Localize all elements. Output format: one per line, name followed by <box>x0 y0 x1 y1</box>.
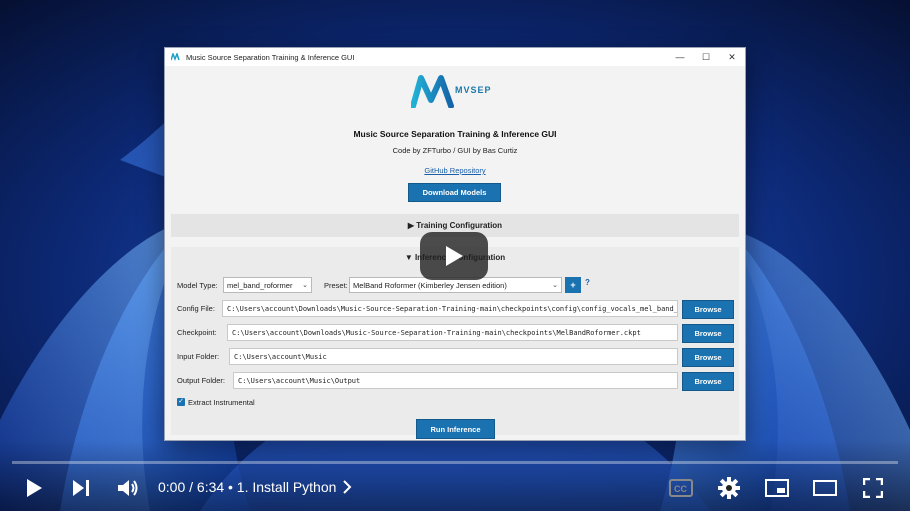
progress-bar[interactable] <box>12 461 898 464</box>
help-icon[interactable]: ? <box>585 278 590 287</box>
checkpoint-browse-button[interactable]: Browse <box>682 324 734 343</box>
config-browse-button[interactable]: Browse <box>682 300 734 319</box>
model-type-select[interactable]: mel_band_roformer ⌄ <box>223 277 312 293</box>
close-button[interactable]: ✕ <box>719 48 745 66</box>
time-display: 0:00 / 6:34 <box>158 479 225 495</box>
play-icon <box>27 479 42 497</box>
extract-instrumental-checkbox[interactable]: ✓ <box>177 398 185 406</box>
credits-text: Code by ZFTurbo / GUI by Bas Curtiz <box>392 146 518 155</box>
play-button[interactable] <box>22 476 46 500</box>
mvsep-logo: MVSEP <box>410 74 501 109</box>
download-models-button[interactable]: Download Models <box>408 183 501 202</box>
checkpoint-label: Checkpoint: <box>177 328 217 337</box>
input-folder-label: Input Folder: <box>177 352 220 361</box>
logo-text: MVSEP <box>455 85 492 95</box>
captions-icon: CC <box>669 479 693 497</box>
output-browse-button[interactable]: Browse <box>682 372 734 391</box>
app-logo-icon <box>171 53 180 61</box>
preset-label: Preset: <box>324 281 348 290</box>
window-titlebar[interactable]: Music Source Separation Training & Infer… <box>165 48 745 66</box>
captions-button[interactable]: CC <box>668 477 694 499</box>
chevron-down-icon: ⌄ <box>552 282 558 289</box>
model-type-label: Model Type: <box>177 281 218 290</box>
mvsep-logo-icon <box>410 75 454 109</box>
input-folder-input[interactable]: C:\Users\account\Music <box>229 348 678 365</box>
next-button[interactable] <box>68 476 94 500</box>
large-play-button[interactable] <box>420 232 488 280</box>
chevron-right-icon <box>343 480 352 494</box>
output-folder-label: Output Folder: <box>177 376 225 385</box>
fullscreen-button[interactable] <box>860 476 886 500</box>
chapter-link[interactable]: • 1. Install Python <box>228 479 352 495</box>
extract-instrumental-label: Extract Instrumental <box>188 398 255 407</box>
maximize-button[interactable]: ☐ <box>693 48 719 66</box>
fullscreen-icon <box>863 478 883 498</box>
chapter-title: • 1. Install Python <box>228 479 337 495</box>
app-heading: Music Source Separation Training & Infer… <box>353 129 557 139</box>
add-preset-button[interactable]: + <box>565 277 581 293</box>
theater-icon <box>813 480 837 496</box>
play-icon <box>446 246 463 266</box>
config-file-label: Config File: <box>177 304 215 313</box>
minimize-button[interactable]: — <box>667 48 693 66</box>
settings-button[interactable] <box>716 476 742 500</box>
svg-text:CC: CC <box>674 484 687 494</box>
theater-mode-button[interactable] <box>812 476 838 500</box>
checkpoint-input[interactable]: C:\Users\account\Downloads\Music-Source-… <box>227 324 678 341</box>
miniplayer-button[interactable] <box>764 476 790 500</box>
preset-value: MelBand Roformer (Kimberley Jensen editi… <box>353 281 507 290</box>
model-type-value: mel_band_roformer <box>227 281 293 290</box>
volume-button[interactable] <box>115 476 141 500</box>
settings-icon <box>718 477 740 499</box>
github-repository-link[interactable]: GitHub Repository <box>165 166 745 175</box>
chevron-down-icon: ⌄ <box>302 282 308 289</box>
window-title: Music Source Separation Training & Infer… <box>186 52 355 62</box>
volume-icon <box>118 480 138 496</box>
next-icon <box>73 480 89 496</box>
config-file-input[interactable]: C:\Users\account\Downloads\Music-Source-… <box>222 300 678 317</box>
run-inference-button[interactable]: Run Inference <box>416 419 495 439</box>
output-folder-input[interactable]: C:\Users\account\Music\Output <box>233 372 678 389</box>
input-browse-button[interactable]: Browse <box>682 348 734 367</box>
miniplayer-icon <box>765 479 789 497</box>
